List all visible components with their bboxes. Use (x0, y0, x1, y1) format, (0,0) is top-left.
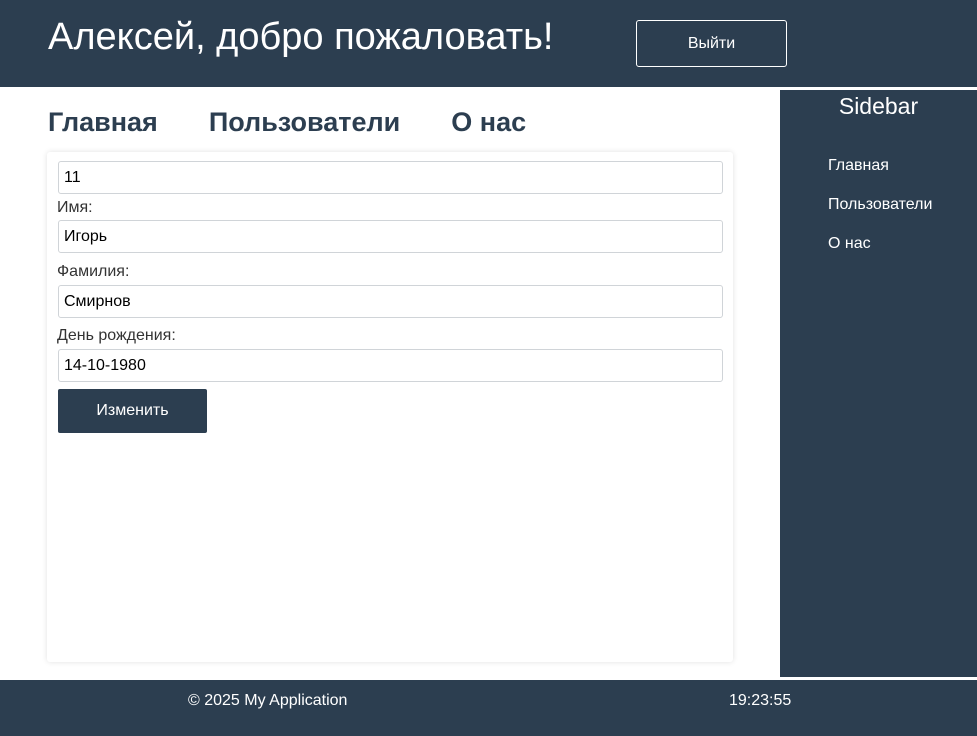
logout-button[interactable]: Выйти (636, 20, 787, 67)
welcome-title: Алексей, добро пожаловать! (48, 16, 554, 58)
update-button[interactable]: Изменить (58, 389, 207, 433)
sidebar-title: Sidebar (838, 93, 919, 119)
edit-user-form: Имя: Фамилия: День рождения: Изменить (47, 152, 733, 662)
sidebar-item-about[interactable]: О нас (828, 235, 871, 253)
birthday-label: День рождения: (57, 327, 176, 344)
footer: © 2025 My Application 19:23:55 (0, 680, 977, 736)
footer-clock: 19:23:55 (729, 692, 792, 709)
main-nav: Главная Пользователи О нас (48, 104, 577, 140)
footer-copyright: © 2025 My Application (188, 692, 348, 709)
sidebar-item-home[interactable]: Главная (828, 157, 889, 175)
nav-item-home[interactable]: Главная (48, 104, 158, 140)
header: Алексей, добро пожаловать! Выйти (0, 0, 977, 87)
last-name-label: Фамилия: (57, 263, 130, 280)
sidebar: Sidebar Главная Пользователи О нас (780, 90, 977, 677)
nav-item-about[interactable]: О нас (451, 104, 526, 140)
sidebar-item-users[interactable]: Пользователи (828, 196, 932, 214)
last-name-field[interactable] (58, 285, 723, 318)
first-name-field[interactable] (58, 220, 723, 253)
nav-item-users[interactable]: Пользователи (209, 104, 400, 140)
first-name-label: Имя: (57, 199, 93, 216)
birthday-field[interactable] (58, 349, 723, 382)
id-field[interactable] (58, 161, 723, 194)
